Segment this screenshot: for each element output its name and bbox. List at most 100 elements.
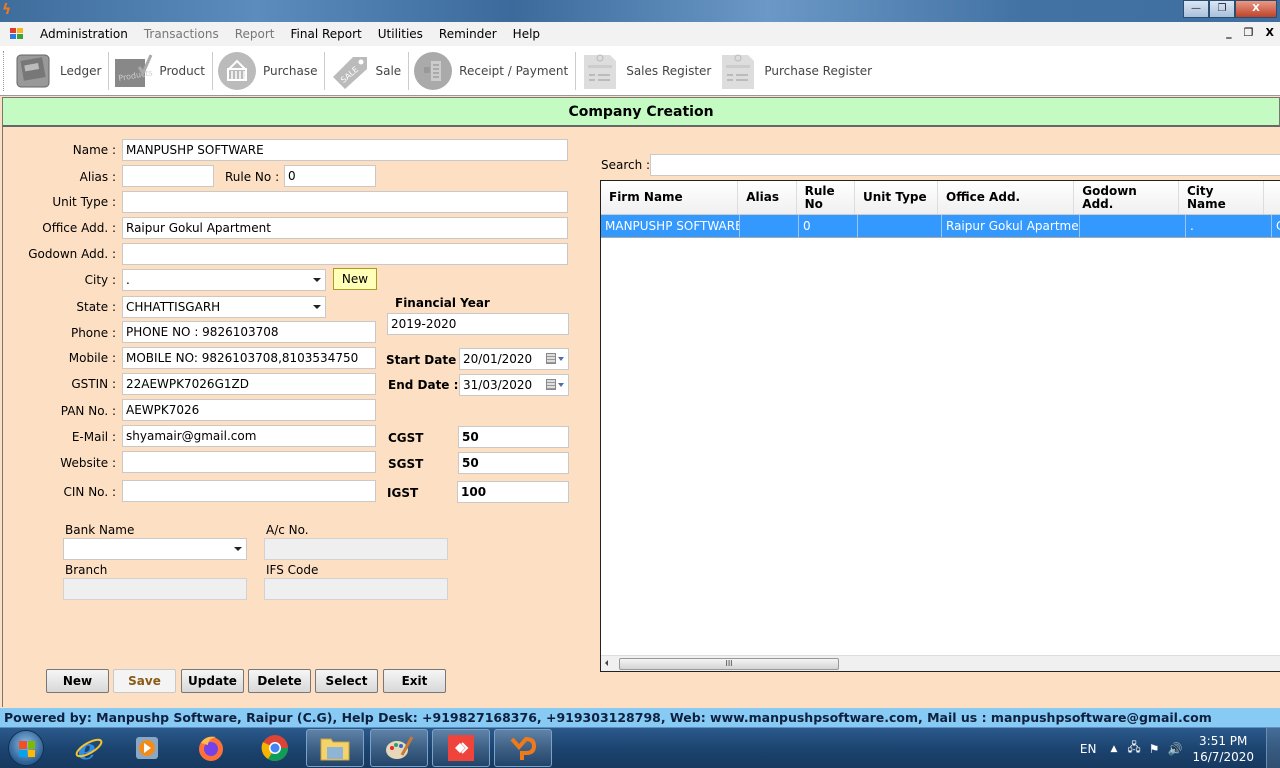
taskbar-internet-explorer[interactable]: e — [60, 729, 118, 767]
app-logo-icon: ϟ — [2, 2, 12, 18]
branch-input[interactable] — [63, 578, 247, 600]
minimize-button[interactable]: — — [1183, 0, 1209, 18]
company-grid: Firm Name Alias Rule No Unit Type Office… — [600, 180, 1280, 672]
restore-button[interactable]: ❐ — [1209, 0, 1235, 18]
state-select[interactable]: CHHATTISGARH — [122, 296, 326, 318]
column-header-office-add[interactable]: Office Add. — [938, 181, 1075, 214]
scroll-left-icon[interactable] — [605, 660, 608, 666]
website-input[interactable] — [122, 451, 376, 473]
mdi-close-button[interactable]: X — [1266, 26, 1274, 39]
financial-year-input[interactable]: 2019-2020 — [387, 313, 569, 335]
office-add-input[interactable]: Raipur Gokul Apartment — [122, 217, 568, 239]
cgst-input[interactable]: 50 — [458, 426, 569, 448]
rule-no-label: Rule No : — [225, 170, 280, 184]
select-button[interactable]: Select — [315, 669, 378, 693]
rule-no-input[interactable]: 0 — [284, 165, 376, 187]
start-button[interactable] — [8, 730, 44, 766]
show-desktop-button[interactable] — [1266, 728, 1280, 768]
start-date-picker[interactable]: 20/01/2020 — [459, 348, 569, 370]
new-city-button[interactable]: New — [333, 268, 377, 290]
update-button[interactable]: Update — [181, 669, 244, 693]
search-input[interactable] — [650, 154, 1280, 176]
action-center-flag-icon[interactable]: ⚑ — [1149, 742, 1160, 756]
calendar-icon[interactable] — [546, 353, 564, 364]
mdi-restore-button[interactable]: ❐ — [1244, 26, 1254, 39]
toolbar-purchase-register-button[interactable]: Purchase Register — [716, 48, 877, 94]
taskbar-manpushp[interactable] — [494, 729, 552, 767]
column-header-unit-type[interactable]: Unit Type — [855, 181, 939, 214]
horizontal-scrollbar[interactable]: III — [601, 655, 1280, 671]
register-clipboard-icon — [580, 51, 620, 91]
igst-input[interactable]: 100 — [457, 481, 569, 503]
city-value: . — [126, 273, 130, 287]
new-button[interactable]: New — [46, 669, 109, 693]
toolbar-product-button[interactable]: Products Product — [111, 48, 210, 94]
godown-add-label: Godown Add. : — [28, 247, 116, 261]
column-header-extra — [1264, 181, 1280, 214]
email-input[interactable]: shyamair@gmail.com — [122, 425, 376, 447]
office-add-label: Office Add. : — [42, 221, 116, 235]
mobile-input[interactable]: MOBILE NO: 9826103708,8103534750 — [122, 347, 376, 369]
menu-reminder[interactable]: Reminder — [431, 27, 505, 41]
network-icon[interactable]: 🖧 — [1127, 738, 1140, 759]
email-label: E-Mail : — [71, 430, 116, 444]
alias-input[interactable] — [122, 165, 214, 187]
toolbar-purchase-button[interactable]: Purchase — [215, 48, 323, 94]
toolbar-ledger-button[interactable]: Ledger — [12, 48, 106, 94]
taskbar-paint[interactable] — [370, 729, 428, 767]
taskbar-firefox[interactable] — [182, 729, 240, 767]
column-header-city-name[interactable]: City Name — [1179, 181, 1264, 214]
menu-administration[interactable]: Administration — [32, 27, 136, 41]
column-header-alias[interactable]: Alias — [738, 181, 797, 214]
column-header-godown-add[interactable]: Godown Add. — [1074, 181, 1179, 214]
table-row[interactable]: MANPUSHP SOFTWARE 0 Raipur Gokul Apartme… — [601, 215, 1280, 238]
start-date-label: Start Date : — [386, 353, 466, 367]
menu-utilities[interactable]: Utilities — [370, 27, 431, 41]
taskbar-anydesk[interactable] — [432, 729, 490, 767]
mdi-window-icon[interactable] — [10, 28, 24, 40]
shopping-basket-icon — [217, 51, 257, 91]
city-select[interactable]: . — [122, 269, 326, 291]
menu-final-report[interactable]: Final Report — [283, 27, 370, 41]
scroll-thumb[interactable]: III — [619, 658, 839, 670]
volume-icon[interactable]: 🔊 — [1168, 742, 1183, 756]
clock[interactable]: 3:51 PM 16/7/2020 — [1192, 733, 1254, 765]
calendar-icon[interactable] — [546, 379, 564, 390]
close-button[interactable]: X — [1235, 0, 1277, 18]
toolbar-sale-button[interactable]: SALE Sale — [327, 48, 406, 94]
exit-button[interactable]: Exit — [383, 669, 446, 693]
taskbar-file-explorer[interactable] — [306, 729, 364, 767]
gstin-input[interactable]: 22AEWPK7026G1ZD — [122, 373, 376, 395]
ac-no-input[interactable] — [264, 538, 448, 560]
unit-type-input[interactable] — [122, 191, 568, 213]
column-header-rule-no[interactable]: Rule No — [797, 181, 856, 214]
delete-button[interactable]: Delete — [248, 669, 311, 693]
name-input[interactable]: MANPUSHP SOFTWARE — [122, 139, 568, 161]
toolbar-receipt-payment-button[interactable]: Receipt / Payment — [411, 48, 573, 94]
taskbar-media-player[interactable] — [118, 729, 176, 767]
save-button[interactable]: Save — [113, 669, 176, 693]
show-hidden-icons-icon[interactable]: ▲ — [1110, 744, 1117, 754]
language-indicator[interactable]: EN — [1080, 742, 1097, 756]
menu-report[interactable]: Report — [227, 27, 283, 41]
toolbar-grip[interactable] — [3, 50, 6, 91]
ifs-code-input[interactable] — [264, 578, 448, 600]
cell-rule-no: 0 — [799, 215, 858, 237]
media-player-icon — [136, 737, 158, 759]
toolbar-separator — [324, 51, 326, 90]
phone-input[interactable]: PHONE NO : 9826103708 — [122, 321, 376, 343]
taskbar-chrome[interactable] — [246, 729, 304, 767]
menu-help[interactable]: Help — [505, 27, 548, 41]
bank-name-select[interactable] — [63, 538, 247, 560]
website-label: Website : — [60, 456, 116, 470]
godown-add-input[interactable] — [122, 243, 568, 265]
end-date-picker[interactable]: 31/03/2020 — [459, 374, 569, 396]
pan-input[interactable]: AEWPK7026 — [122, 399, 376, 421]
cin-input[interactable] — [122, 480, 376, 502]
sgst-input[interactable]: 50 — [458, 452, 569, 474]
mdi-minimize-button[interactable]: _ — [1226, 26, 1232, 39]
menu-transactions[interactable]: Transactions — [136, 27, 227, 41]
chevron-down-icon — [313, 278, 321, 282]
column-header-firm-name[interactable]: Firm Name — [601, 181, 739, 214]
toolbar-sales-register-button[interactable]: Sales Register — [578, 48, 716, 94]
